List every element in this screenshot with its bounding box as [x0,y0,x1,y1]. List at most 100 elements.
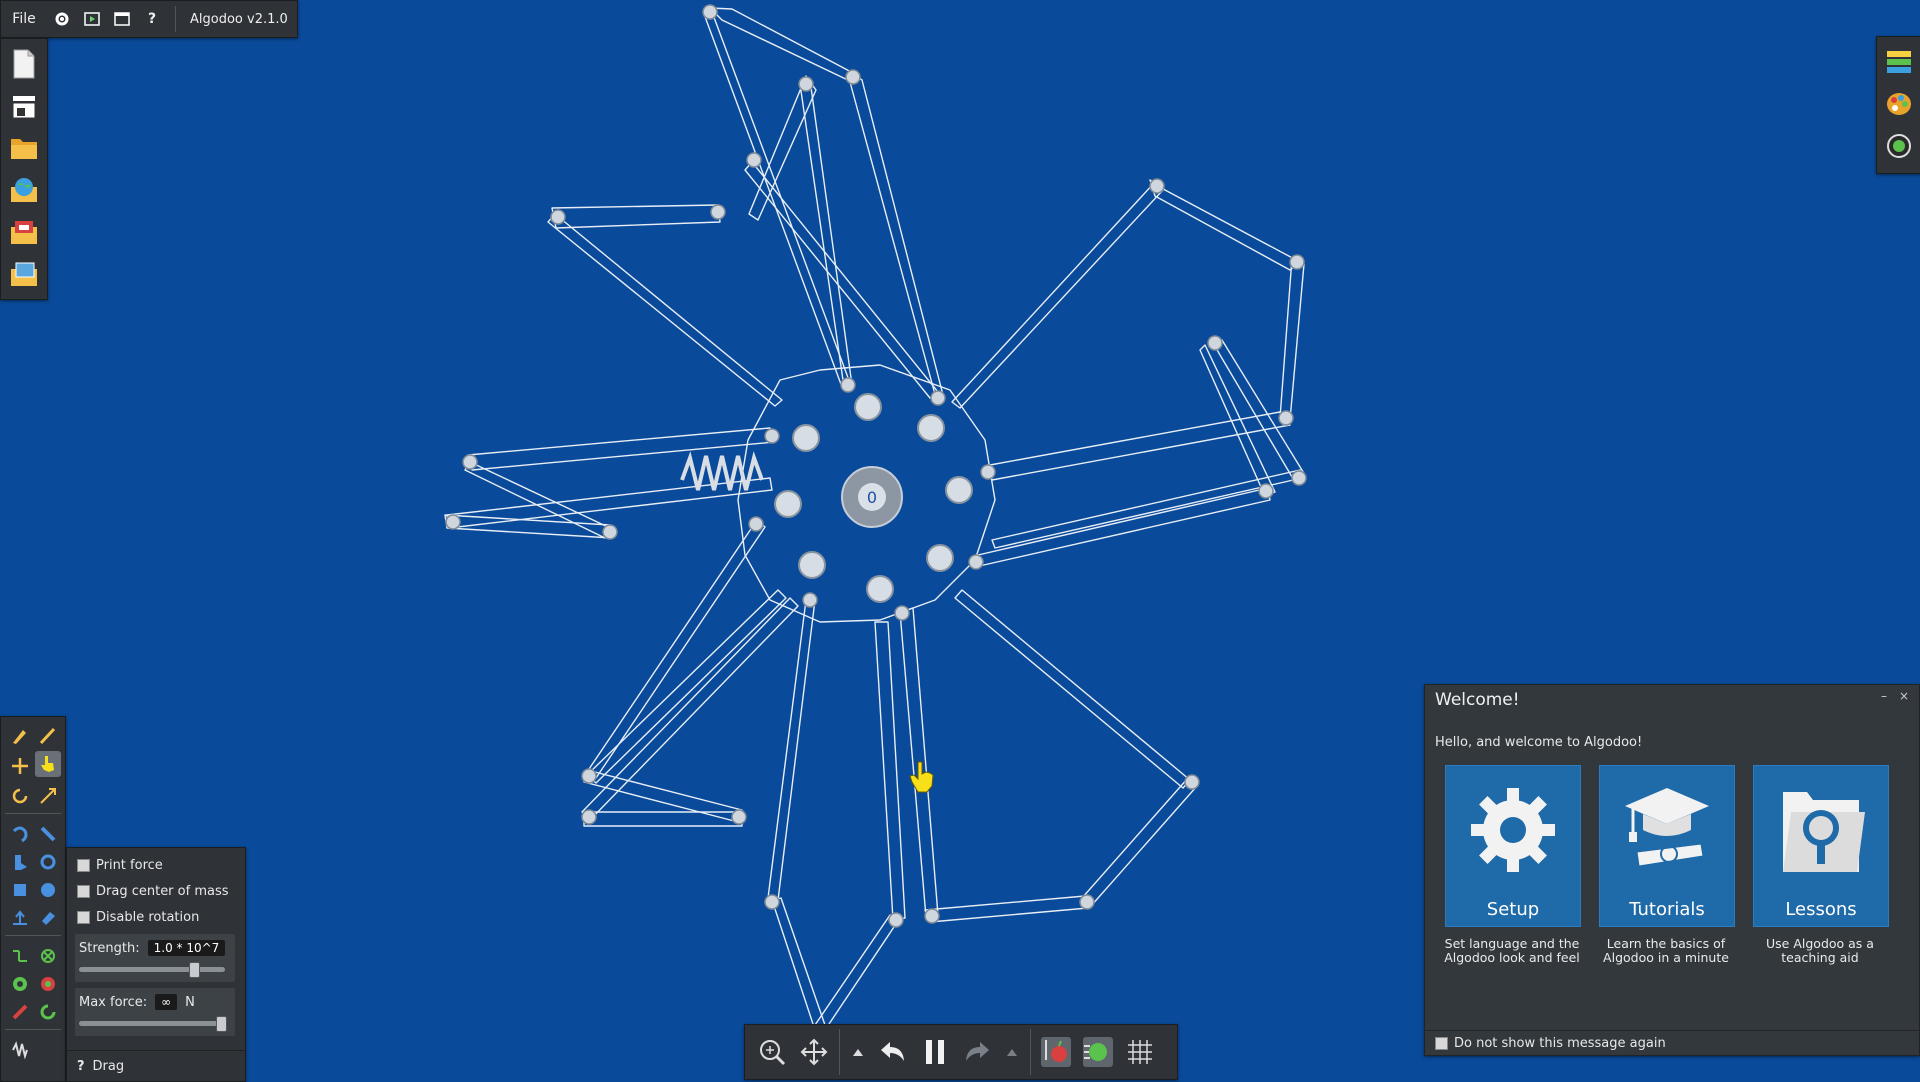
spring-tool-icon[interactable] [7,1037,33,1063]
scene-layers-icon[interactable] [5,87,43,125]
undo-menu-icon[interactable] [844,1028,872,1076]
air-friction-icon[interactable] [1077,1028,1119,1076]
maxforce-slider-box: Max force: ∞ N [75,988,235,1036]
lessons-card-description: Use Algodoo as a teaching aid [1766,936,1874,965]
divider [839,1029,840,1075]
print-force-option[interactable]: Print force [77,858,163,873]
maxforce-label: Max force: [79,994,148,1010]
drag-center-option[interactable]: Drag center of mass [77,884,229,899]
help-icon[interactable]: ? [77,1059,85,1074]
window-icon[interactable] [107,1,137,37]
divider [1030,1029,1031,1075]
new-scene-icon[interactable] [5,45,43,83]
welcome-title: Welcome! [1435,690,1520,710]
tutorials-card[interactable]: Tutorials [1599,765,1735,927]
thruster-tool-icon[interactable] [35,999,61,1025]
setup-card-description: Set language and the Algodoo look and fe… [1444,936,1580,965]
setup-card-title: Setup [1486,899,1540,920]
scene-settings-icon[interactable] [1881,127,1917,165]
print-force-label: Print force [96,858,163,873]
print-force-checkbox[interactable] [77,859,90,872]
tools-palette [0,716,66,1082]
welcome-dialog: Welcome! – × Hello, and welcome to Algod… [1424,684,1920,1056]
graduation-cap-icon [1600,782,1734,882]
strength-slider-box: Strength: 1.0 * 10^7 [75,934,235,982]
maxforce-unit: N [185,994,195,1010]
drag-options-footer: ? Drag [67,1050,245,1081]
plane-tool-icon[interactable] [7,905,33,931]
gravity-icon[interactable] [1035,1028,1077,1076]
top-menu-bar: File ? Algodoo v2.1.0 [0,0,298,38]
chain-tool-icon[interactable] [7,943,33,969]
minimize-button[interactable]: – [1881,689,1887,703]
background-layers-icon[interactable] [1881,43,1917,81]
divider [175,6,176,32]
welcome-message: Hello, and welcome to Algodoo! [1435,735,1643,750]
strength-label: Strength: [79,940,140,956]
rope-tool-icon[interactable] [7,821,33,847]
bottom-toolbar [744,1024,1178,1080]
help-icon[interactable]: ? [137,1,167,37]
brush-tool-icon[interactable] [7,849,33,875]
maxforce-value[interactable]: ∞ [155,994,178,1010]
drag-center-checkbox[interactable] [77,885,90,898]
zoom-icon[interactable] [751,1028,793,1076]
setup-gear-icon [1446,782,1580,882]
redo-menu-icon[interactable] [998,1028,1026,1076]
divider [5,813,61,814]
maxforce-slider-thumb[interactable] [216,1016,227,1032]
lessons-card-title: Lessons [1785,899,1857,920]
strength-value[interactable]: 1.0 * 10^7 [147,940,226,956]
divider [1425,1030,1919,1031]
box-tool-icon[interactable] [7,877,33,903]
algobox-globe-icon[interactable] [5,171,43,209]
sketch-tool-icon[interactable] [7,723,33,749]
version-label: Algodoo v2.1.0 [190,11,288,27]
grid-icon[interactable] [1119,1028,1161,1076]
move-tool-icon[interactable] [7,753,33,779]
strength-slider[interactable] [79,962,225,978]
tracer-tool-icon[interactable] [35,971,61,997]
axle-tool-icon[interactable] [7,971,33,997]
strength-slider-thumb[interactable] [189,962,200,978]
drag-options-panel: Print force Drag center of mass Disable … [66,847,246,1082]
disable-rotation-checkbox[interactable] [77,911,90,924]
lessons-card[interactable]: Lessons [1753,765,1889,927]
circle-tool-icon[interactable] [35,877,61,903]
left-toolbar [0,38,48,300]
undo-icon[interactable] [872,1028,914,1076]
active-tool-label: Drag [92,1058,125,1074]
play-scene-icon[interactable] [77,1,107,37]
dont-show-checkbox[interactable] [1435,1037,1448,1050]
maxforce-slider[interactable] [79,1016,227,1032]
right-toolbar [1876,36,1920,174]
gear-icon[interactable] [47,1,77,37]
divider [5,1029,61,1030]
open-folder-icon[interactable] [5,129,43,167]
file-menu[interactable]: File [1,1,47,37]
phunlets-icon[interactable] [5,213,43,251]
polygon-tool-icon[interactable] [35,905,61,931]
rotate-tool-icon[interactable] [7,783,33,809]
drag-tool-icon[interactable] [35,751,61,777]
disable-rotation-option[interactable]: Disable rotation [77,910,199,925]
dont-show-label: Do not show this message again [1454,1036,1666,1051]
pause-icon[interactable] [914,1028,956,1076]
tutorials-card-description: Learn the basics of Algodoo in a minute [1603,936,1729,965]
lessons-folder-icon [1754,782,1888,882]
scene-browser-icon[interactable] [5,255,43,293]
dont-show-option[interactable]: Do not show this message again [1435,1036,1666,1051]
disable-rotation-label: Disable rotation [96,910,200,925]
cut-tool-icon[interactable] [35,723,61,749]
knife-tool-icon[interactable] [35,821,61,847]
fixate-tool-icon[interactable] [35,943,61,969]
divider [5,935,61,936]
pan-icon[interactable] [793,1028,835,1076]
palette-icon[interactable] [1881,85,1917,123]
scale-tool-icon[interactable] [35,783,61,809]
setup-card[interactable]: Setup [1445,765,1581,927]
laser-tool-icon[interactable] [7,999,33,1025]
close-button[interactable]: × [1899,689,1909,703]
redo-icon[interactable] [956,1028,998,1076]
gear-tool-icon[interactable] [35,849,61,875]
